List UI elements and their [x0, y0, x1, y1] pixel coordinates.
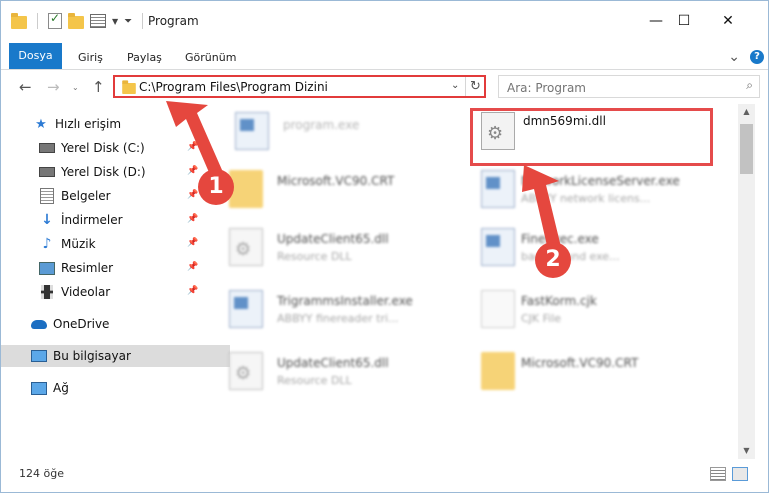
annotation-arrows — [166, 101, 561, 250]
arrow-2 — [522, 165, 561, 250]
step-badge-2: 2 — [535, 242, 571, 278]
explorer-window: ▼ ⏷ Program — ☐ ✕ Dosya Giriş Paylaş Gör… — [0, 0, 769, 493]
step-badge-1: 1 — [198, 169, 234, 205]
